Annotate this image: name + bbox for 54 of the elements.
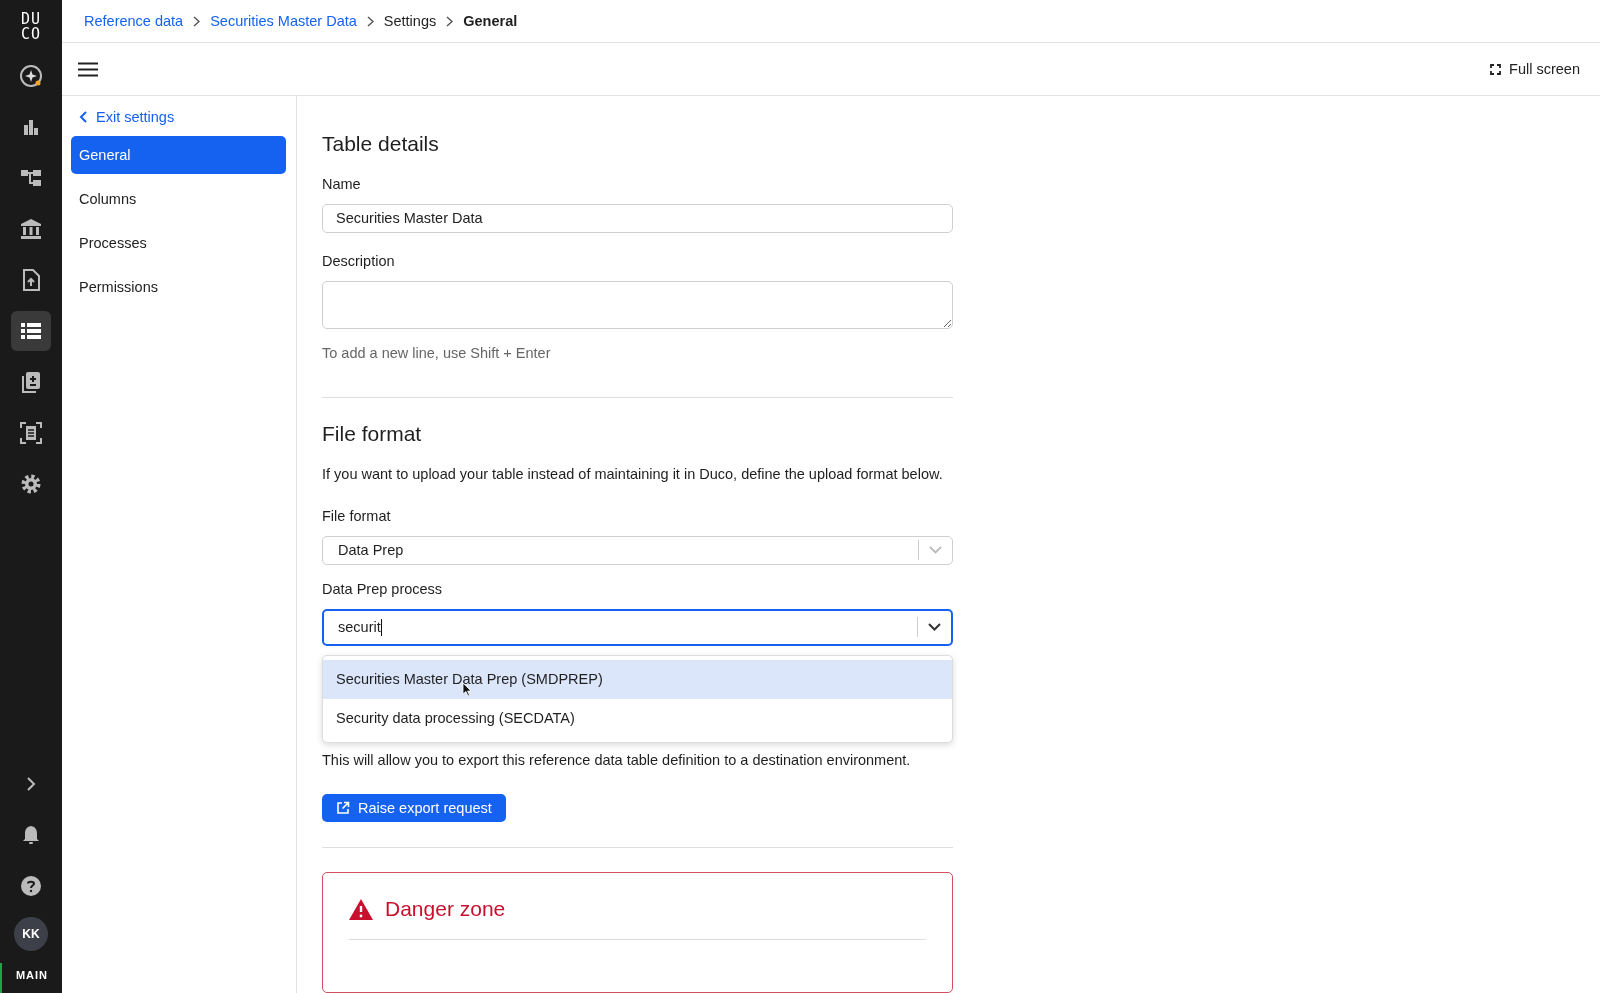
environment-label: MAIN bbox=[0, 963, 62, 993]
hierarchy-icon bbox=[20, 168, 42, 188]
clipboard-icon bbox=[21, 371, 41, 393]
file-upload-icon bbox=[22, 269, 40, 291]
menu-button[interactable] bbox=[78, 61, 98, 77]
field-label: File format bbox=[322, 507, 391, 524]
user-avatar[interactable]: KK bbox=[14, 917, 48, 951]
file-format-select[interactable]: Data Prep bbox=[322, 535, 953, 565]
field-label: Name bbox=[322, 176, 361, 192]
breadcrumb-link[interactable]: Securities Master Data bbox=[210, 13, 357, 29]
breadcrumb-item: General bbox=[463, 13, 518, 29]
dropdown-option[interactable]: Securities Master Data Prep (SMDPREP) bbox=[323, 659, 952, 699]
bar-chart-icon bbox=[21, 117, 41, 137]
chevron-right-icon bbox=[26, 777, 36, 791]
settings-nav-item[interactable]: General bbox=[71, 136, 286, 174]
expand-icon bbox=[1490, 63, 1502, 75]
menu-icon bbox=[78, 61, 98, 77]
external-link-icon bbox=[336, 801, 350, 816]
settings-icon bbox=[20, 473, 42, 495]
chevron-left-icon bbox=[79, 111, 87, 123]
process-select[interactable]: securit bbox=[322, 608, 953, 646]
description-field[interactable] bbox=[322, 280, 953, 329]
bell-icon bbox=[22, 825, 40, 845]
field-label: Data Prep process bbox=[322, 580, 443, 597]
full-screen-button[interactable]: Full screen bbox=[1490, 61, 1580, 77]
chevron-down-icon bbox=[928, 623, 941, 631]
chevron-right-icon bbox=[193, 15, 201, 27]
chevron-right-icon bbox=[366, 15, 374, 27]
section-description: If you want to upload your table instead of maintaining it in Duco, define the upload format below. bbox=[322, 465, 943, 482]
name-input-field[interactable]: Securities Master Data bbox=[322, 204, 953, 233]
danger-zone-title: Danger zone bbox=[385, 897, 506, 922]
field-label: Description bbox=[322, 252, 395, 269]
exit-settings-link[interactable]: Exit settings bbox=[71, 104, 286, 130]
settings-nav-item[interactable]: Processes bbox=[71, 224, 286, 262]
bank-icon bbox=[20, 218, 42, 240]
list-icon bbox=[21, 322, 41, 340]
logo: DU CO bbox=[20, 12, 42, 42]
section-description: This will allow you to export this reference data table definition to a destination environment. bbox=[322, 751, 911, 768]
settings-nav-item[interactable]: Permissions bbox=[71, 268, 286, 306]
raise-export-request-button[interactable]: Raise export request bbox=[322, 793, 506, 823]
section-title: Table details bbox=[322, 132, 439, 156]
warning-icon bbox=[349, 898, 373, 920]
chevron-right-icon bbox=[446, 15, 454, 27]
document-scan-icon bbox=[20, 422, 42, 444]
sparkle-icon bbox=[19, 64, 43, 88]
chevron-down-icon bbox=[929, 546, 942, 554]
dropdown-option[interactable]: Security data processing (SECDATA) bbox=[323, 698, 952, 738]
rail-button[interactable] bbox=[11, 311, 51, 351]
field-hint: To add a new line, use Shift + Enter bbox=[322, 344, 551, 361]
breadcrumb-link[interactable]: Reference data bbox=[84, 13, 184, 29]
settings-nav-item[interactable]: Columns bbox=[71, 180, 286, 218]
help-icon bbox=[21, 876, 41, 896]
section-title: File format bbox=[322, 421, 422, 446]
breadcrumb-item: Settings bbox=[383, 13, 437, 29]
